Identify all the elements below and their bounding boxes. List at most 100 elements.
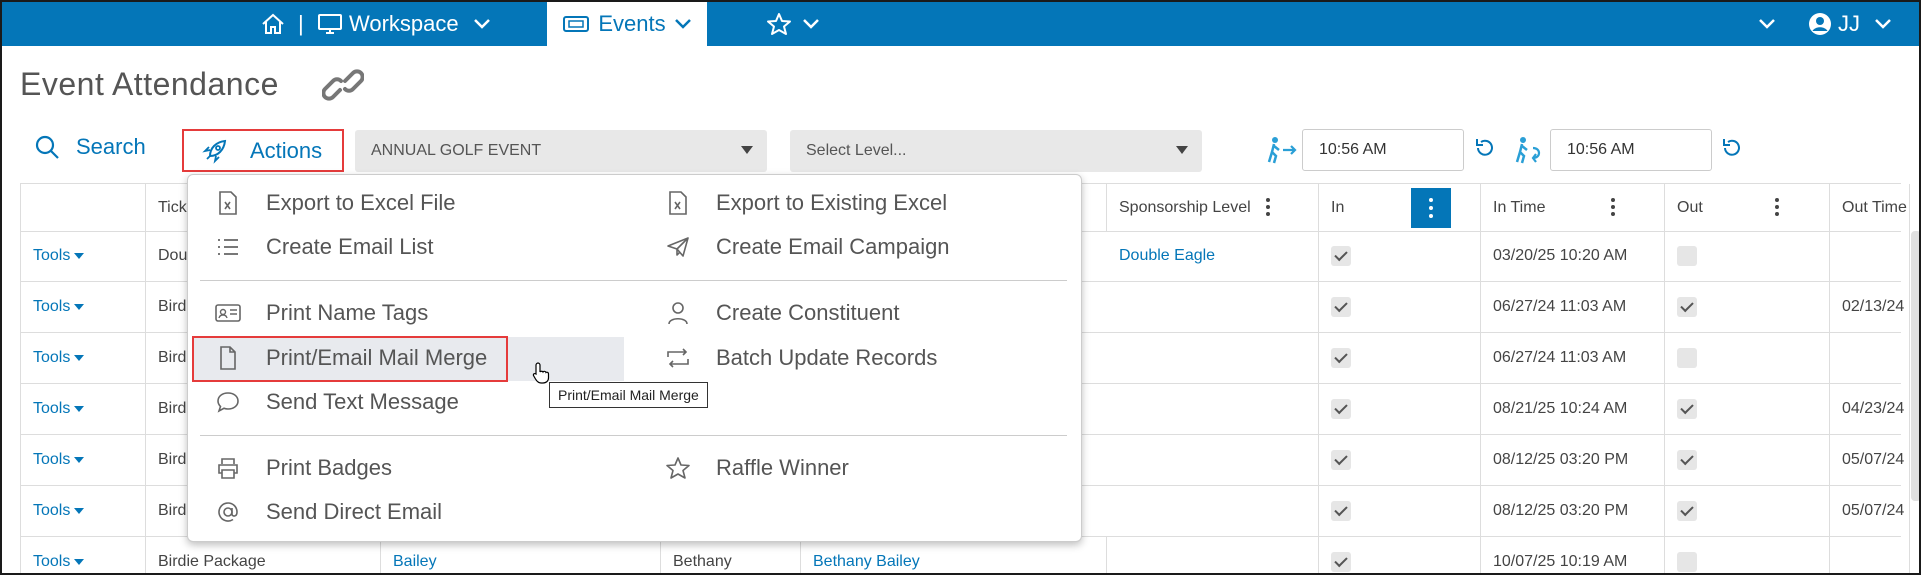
tools-label: Tools: [33, 246, 71, 264]
in-cell: [1319, 383, 1481, 434]
user-menu[interactable]: JJ: [1808, 2, 1892, 46]
sponsor-cell[interactable]: Double Eagle: [1107, 230, 1319, 281]
actions-label: Actions: [250, 137, 323, 163]
tools-link[interactable]: Tools: [33, 400, 85, 418]
workspace-label: Workspace: [349, 11, 459, 36]
workspace-menu[interactable]: Workspace: [317, 2, 491, 46]
event-select[interactable]: ANNUAL GOLF EVENT: [355, 130, 767, 172]
tools-link[interactable]: Tools: [33, 450, 85, 469]
in-checkbox[interactable]: [1331, 296, 1351, 317]
tools-link[interactable]: Tools: [33, 553, 85, 571]
sponsor-link[interactable]: Double Eagle: [1119, 247, 1215, 265]
out-checkbox[interactable]: [1677, 398, 1697, 419]
more-menu[interactable]: [1758, 2, 1776, 46]
vertical-scrollbar[interactable]: [1911, 231, 1919, 501]
chevron-down-icon: [803, 19, 819, 29]
menu-print-badges[interactable]: Print Badges: [212, 448, 392, 488]
out-checkbox[interactable]: [1677, 500, 1697, 521]
in-checkbox[interactable]: [1331, 245, 1351, 266]
menu-batch-update-records[interactable]: Batch Update Records: [662, 338, 937, 378]
link-icon[interactable]: [321, 68, 365, 109]
caret-down-icon: [74, 354, 85, 361]
in-time-cell: 03/20/25 10:20 AM: [1481, 230, 1665, 281]
nav-separator: |: [298, 11, 304, 36]
out-cell: [1665, 485, 1830, 536]
favorites-menu[interactable]: [766, 2, 820, 46]
header-in-label: In: [1331, 198, 1345, 216]
repeat-icon: [662, 347, 694, 369]
tools-menu[interactable]: Tools: [21, 536, 146, 573]
menu-print-name-tags[interactable]: Print Name Tags: [212, 293, 428, 333]
menu-send-text-message[interactable]: Send Text Message: [212, 382, 459, 422]
in-time-column-menu-icon[interactable]: [1611, 198, 1615, 219]
out-checkbox[interactable]: [1677, 449, 1697, 470]
in-cell: [1319, 536, 1481, 573]
menu-export-existing-excel[interactable]: Export to Existing Excel: [662, 183, 947, 223]
tools-menu[interactable]: Tools: [21, 332, 146, 383]
tools-menu[interactable]: Tools: [21, 383, 146, 434]
time-out-value: 10:56 AM: [1567, 141, 1635, 158]
out-checkbox[interactable]: [1677, 347, 1697, 368]
out-checkbox[interactable]: [1677, 296, 1697, 317]
level-select[interactable]: Select Level...: [790, 130, 1202, 172]
in-time-cell: 06/27/24 11:03 AM: [1481, 281, 1665, 332]
out-cell: [1665, 434, 1830, 485]
header-sponsorship-level[interactable]: Sponsorship Level: [1107, 184, 1319, 231]
menu-print-email-mail-merge[interactable]: Print/Email Mail Merge: [212, 338, 487, 378]
tools-label: Tools: [33, 450, 71, 468]
menu-create-email-list[interactable]: Create Email List: [212, 227, 434, 267]
full-name-link[interactable]: Bethany Bailey: [813, 553, 920, 571]
sponsor-cell: [1107, 485, 1319, 536]
tools-link[interactable]: Tools: [33, 246, 85, 265]
time-out-input[interactable]: 10:56 AM: [1550, 129, 1712, 171]
tools-menu[interactable]: Tools: [21, 485, 146, 536]
caret-down-icon: [74, 252, 85, 259]
out-checkbox[interactable]: [1677, 245, 1697, 266]
search-icon: [35, 135, 59, 159]
events-tab[interactable]: Events: [547, 2, 707, 46]
tools-label: Tools: [33, 348, 71, 366]
menu-divider: [200, 280, 1067, 281]
menu-create-email-campaign[interactable]: Create Email Campaign: [662, 227, 950, 267]
header-tools: [21, 184, 146, 231]
menu-send-direct-email[interactable]: Send Direct Email: [212, 492, 442, 532]
sponsor-cell: [1107, 434, 1319, 485]
search-button[interactable]: Search: [34, 134, 146, 160]
actions-button[interactable]: Actions: [182, 129, 344, 172]
last-name-link[interactable]: Bailey: [393, 553, 437, 571]
in-checkbox[interactable]: [1331, 500, 1351, 521]
in-checkbox[interactable]: [1331, 347, 1351, 368]
tooltip: Print/Email Mail Merge: [549, 382, 708, 408]
in-checkbox[interactable]: [1331, 449, 1351, 470]
in-cell: [1319, 485, 1481, 536]
tools-menu[interactable]: Tools: [21, 281, 146, 332]
menu-create-constituent[interactable]: Create Constituent: [662, 293, 899, 333]
reset-time-in-icon[interactable]: [1473, 136, 1497, 165]
header-out-time[interactable]: Out Time: [1830, 184, 1910, 231]
header-in-time[interactable]: In Time: [1481, 184, 1665, 231]
in-checkbox[interactable]: [1331, 551, 1351, 572]
menu-send-text-message-label: Send Text Message: [266, 389, 459, 414]
tools-menu[interactable]: Tools: [21, 230, 146, 281]
menu-raffle-winner[interactable]: Raffle Winner: [662, 448, 849, 488]
menu-export-excel[interactable]: Export to Excel File: [212, 183, 456, 223]
tools-menu[interactable]: Tools: [21, 434, 146, 485]
menu-create-constituent-label: Create Constituent: [716, 300, 900, 325]
header-in[interactable]: In: [1319, 184, 1481, 231]
time-in-input[interactable]: 10:56 AM: [1302, 129, 1464, 171]
header-out[interactable]: Out: [1665, 184, 1830, 231]
in-column-menu-icon[interactable]: [1411, 188, 1451, 228]
excel-file-icon: [662, 191, 694, 215]
sponsorship-column-menu-icon[interactable]: [1266, 198, 1270, 219]
out-time-cell: 04/23/24: [1830, 383, 1910, 434]
monitor-icon: [318, 14, 342, 34]
tools-link[interactable]: Tools: [33, 298, 85, 316]
reset-time-out-icon[interactable]: [1720, 136, 1744, 165]
out-checkbox[interactable]: [1677, 551, 1697, 572]
tools-link[interactable]: Tools: [33, 348, 85, 367]
header-in-time-label: In Time: [1493, 198, 1546, 216]
out-column-menu-icon[interactable]: [1775, 198, 1779, 219]
tools-link[interactable]: Tools: [33, 502, 85, 520]
in-checkbox[interactable]: [1331, 398, 1351, 419]
home-icon[interactable]: [260, 2, 286, 46]
